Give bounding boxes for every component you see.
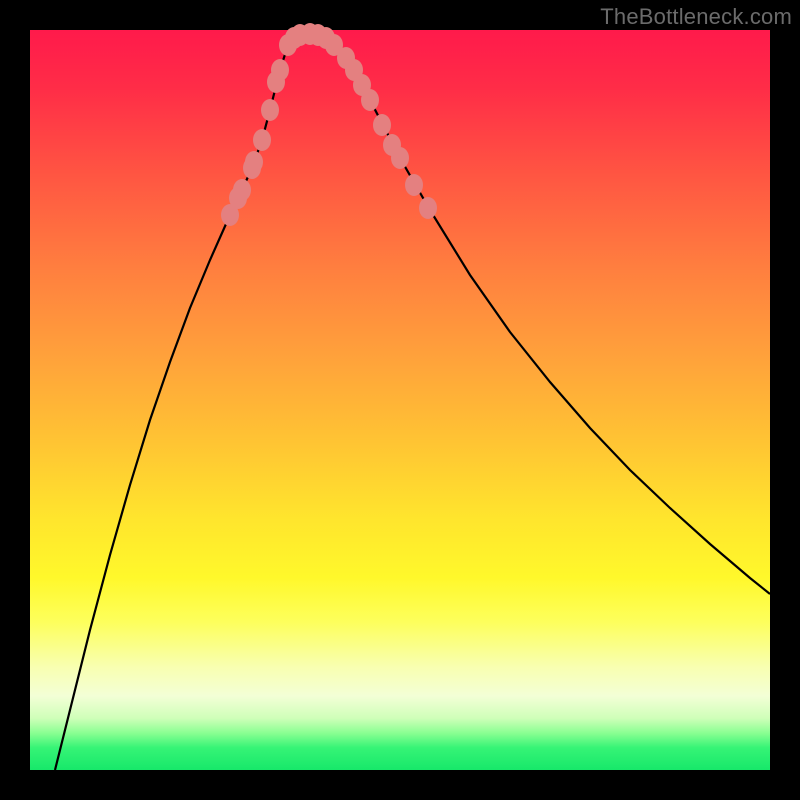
plot-area (30, 30, 770, 770)
curve-marker (253, 129, 271, 151)
bottleneck-curve-path (55, 35, 770, 770)
markers-group (221, 23, 437, 226)
chart-svg (30, 30, 770, 770)
curve-marker (245, 151, 263, 173)
curve-marker (391, 147, 409, 169)
chart-frame: TheBottleneck.com (0, 0, 800, 800)
curve-marker (419, 197, 437, 219)
watermark-text: TheBottleneck.com (600, 4, 792, 30)
curve-marker (373, 114, 391, 136)
curve-marker (233, 179, 251, 201)
curve-marker (405, 174, 423, 196)
curve-marker (361, 89, 379, 111)
curve-marker (271, 59, 289, 81)
curve-marker (261, 99, 279, 121)
